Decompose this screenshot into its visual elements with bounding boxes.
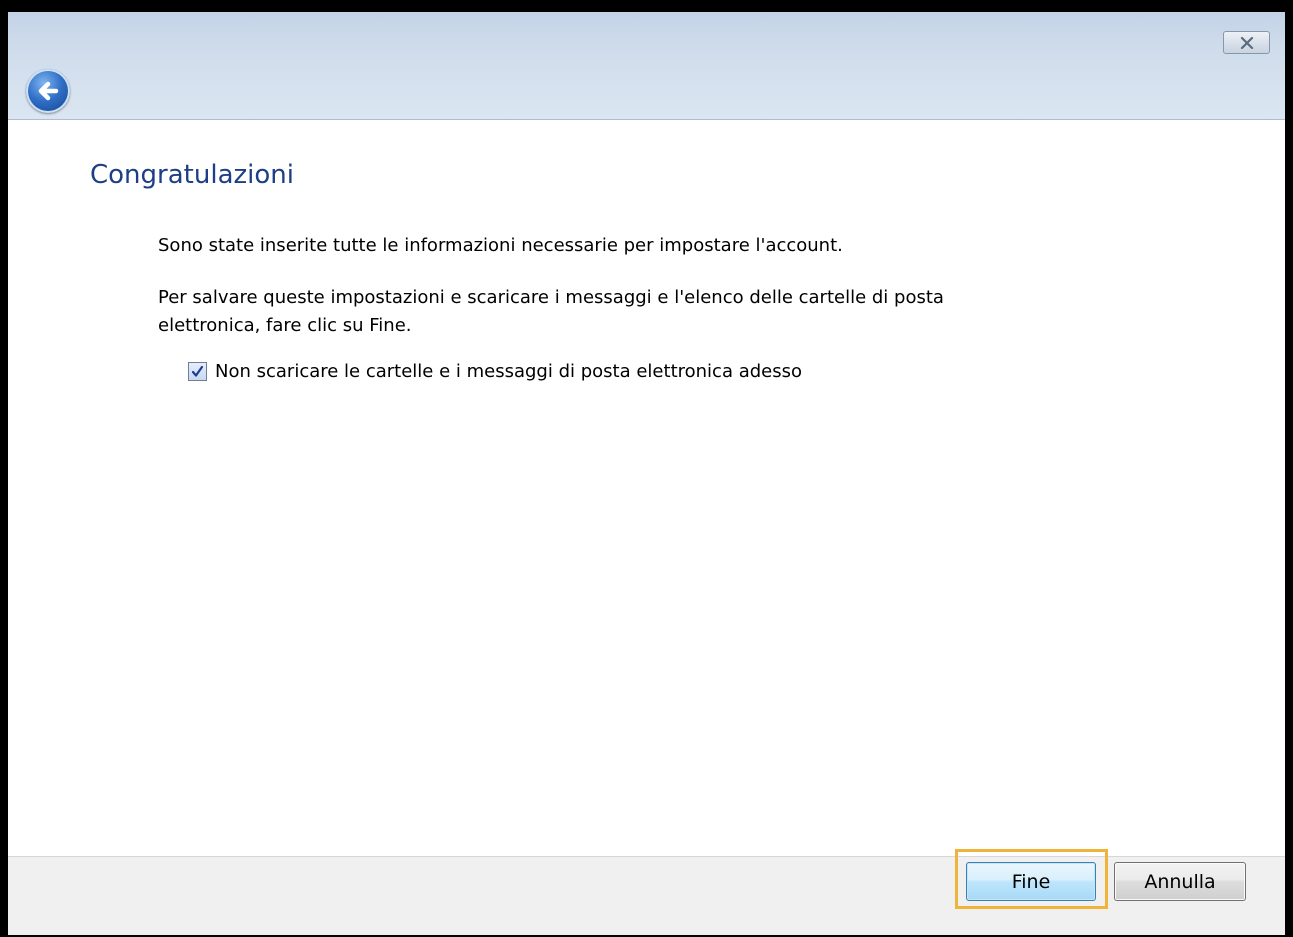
title-bar (8, 12, 1285, 120)
cancel-button[interactable]: Annulla (1114, 862, 1246, 901)
close-button[interactable] (1223, 31, 1270, 54)
checkmark-icon (191, 365, 204, 377)
back-button[interactable] (26, 69, 70, 113)
finish-button[interactable]: Fine (966, 862, 1096, 901)
back-arrow-icon (38, 81, 59, 101)
no-download-option[interactable]: Non scaricare le cartelle e i messaggi d… (188, 361, 802, 382)
page-title: Congratulazioni (90, 160, 294, 190)
instruction-text: Per salvare queste impostazioni e scaric… (158, 287, 944, 336)
no-download-checkbox[interactable] (188, 362, 207, 381)
info-text: Sono state inserite tutte le informazion… (158, 235, 843, 256)
wizard-window: Congratulazioni Sono state inserite tutt… (8, 12, 1285, 935)
no-download-label[interactable]: Non scaricare le cartelle e i messaggi d… (215, 361, 802, 382)
close-icon (1240, 36, 1253, 49)
